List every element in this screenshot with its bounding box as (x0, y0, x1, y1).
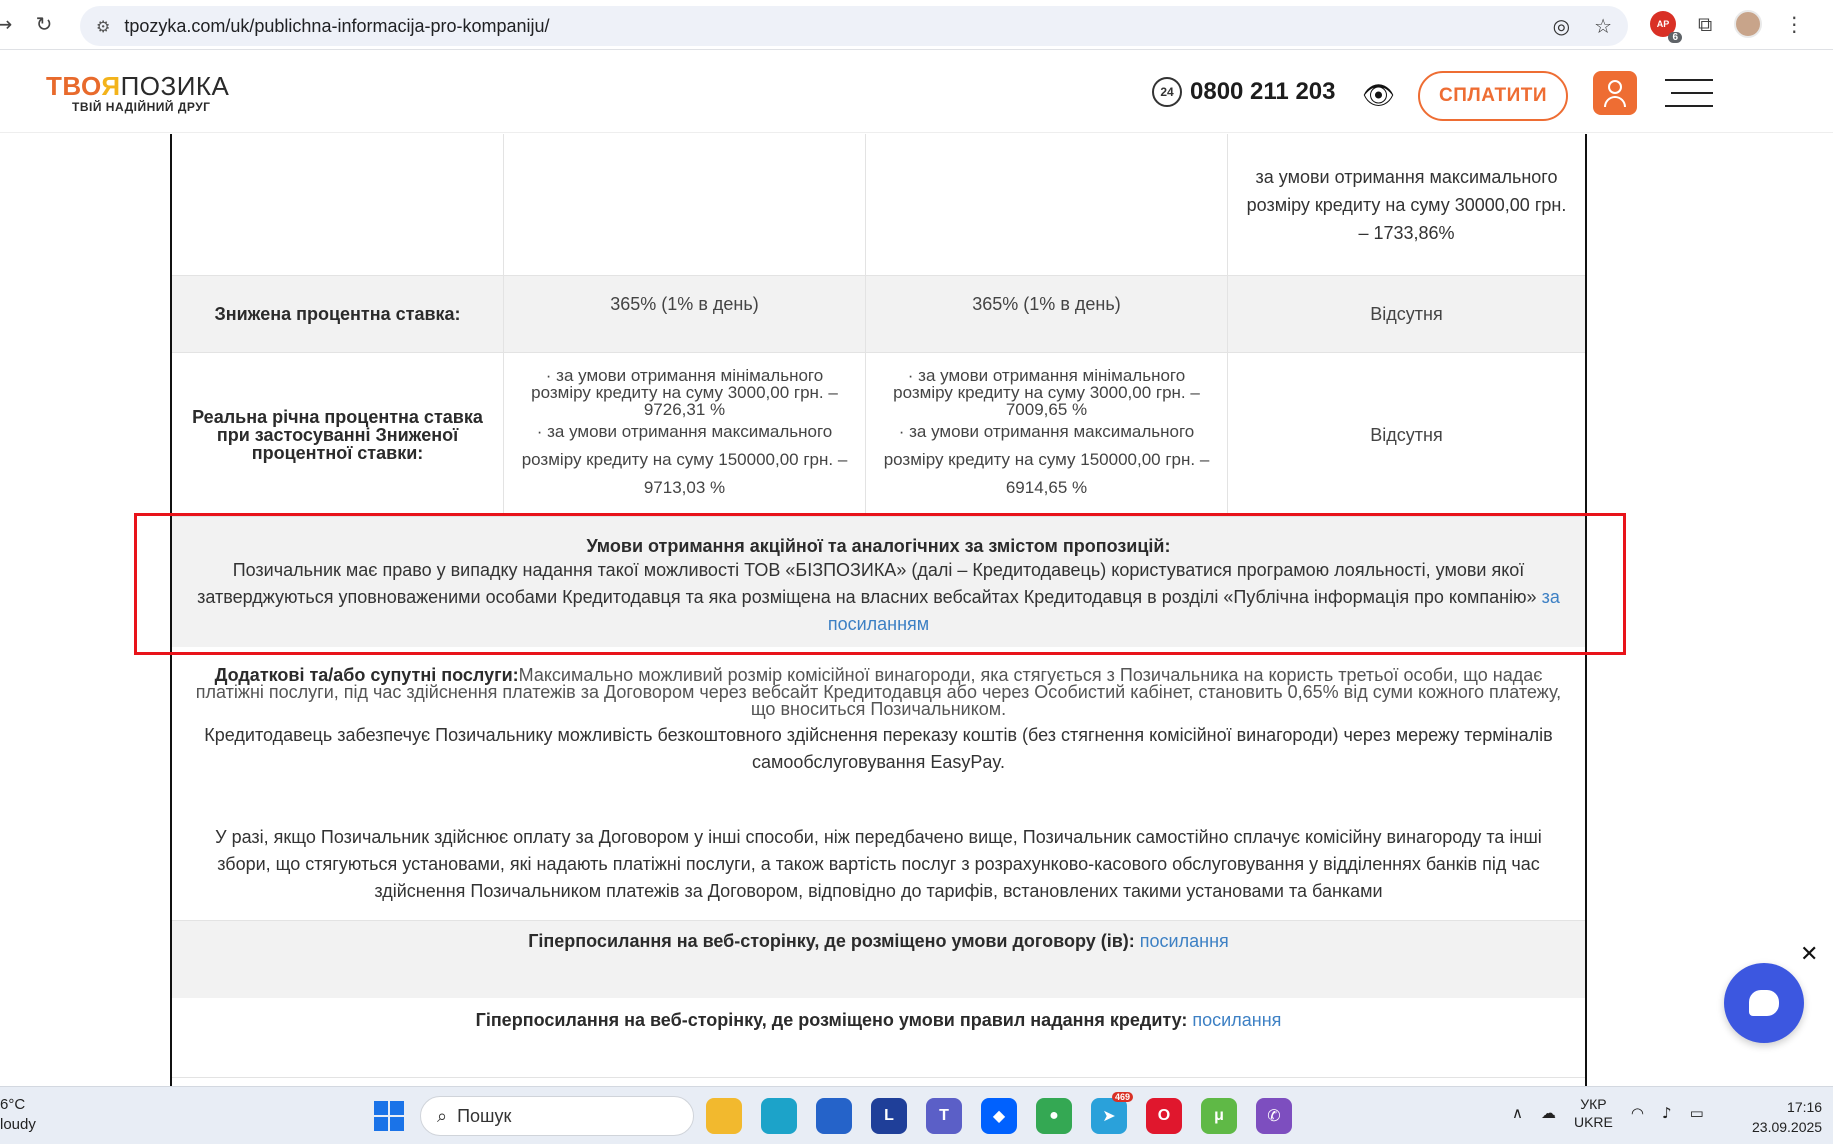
windows-taskbar: 6°C loudy ⌕ Пошук L T ◆ ● ➤ 469 Oμ ✆ ∧ ☁ УКР UK… (0, 1086, 1833, 1144)
l-app-icon[interactable]: L (871, 1098, 907, 1134)
logo-tagline: ТВІЙ НАДІЙНИЙ ДРУГ (72, 100, 211, 114)
utorrent-icon[interactable]: μ (1201, 1098, 1237, 1134)
forward-arrow-icon[interactable]: → (0, 12, 22, 36)
battery-icon[interactable]: ▭ (1690, 1104, 1704, 1122)
site-settings-icon[interactable]: ⚙ (96, 17, 110, 36)
hamburger-menu-icon[interactable] (1665, 79, 1713, 109)
extension-count-badge: 6 (1668, 32, 1682, 43)
chat-close-icon[interactable]: ✕ (1800, 942, 1818, 967)
phone-24-icon: 24 (1152, 77, 1182, 107)
contract-link[interactable]: посилання (1140, 931, 1229, 951)
chat-widget-button[interactable] (1724, 963, 1804, 1043)
profile-avatar[interactable] (1734, 10, 1763, 38)
site-logo[interactable]: ТВОЯПОЗИКА ТВІЙ НАДІЙНИЙ ДРУГ (46, 73, 229, 114)
address-bar[interactable]: ⚙ tpozyka.com/uk/publichna-informacija-p… (80, 6, 1628, 46)
real-rate-label: Реальна річна процентна ставка при засто… (172, 353, 504, 516)
weather-widget[interactable]: 6°C loudy (0, 1095, 36, 1135)
phone-contact[interactable]: 24 0800 211 203 (1152, 77, 1336, 107)
search-icon: ⌕ (437, 1105, 448, 1127)
system-tray: ∧ ☁ УКР UKRE ◠ ♪ ▭ (1512, 1095, 1704, 1131)
pay-button[interactable]: СПЛАТИТИ (1418, 71, 1568, 121)
taskbar-apps: L T ◆ ● ➤ 469 Oμ ✆ (706, 1092, 1292, 1134)
wifi-icon[interactable]: ◠ (1631, 1104, 1644, 1122)
telegram-icon[interactable]: ➤ 469 (1091, 1092, 1133, 1134)
notification-badge: 469 (1111, 1092, 1133, 1102)
browser-menu-icon[interactable]: ⋮ (1784, 12, 1804, 36)
extensions-puzzle-icon[interactable]: ⧉ (1698, 12, 1712, 36)
additional-services-row: Додаткові та/або супутні послуги:Максима… (172, 666, 1585, 917)
chrome-icon[interactable]: ● (1036, 1098, 1072, 1134)
file-explorer-icon[interactable] (706, 1098, 742, 1134)
user-icon (1608, 80, 1622, 94)
language-indicator[interactable]: УКР UKRE (1574, 1095, 1613, 1131)
url-text[interactable]: tpozyka.com/uk/publichna-informacija-pro… (124, 16, 549, 37)
phone-number[interactable]: 0800 211 203 (1190, 78, 1336, 106)
reload-icon[interactable]: ↻ (26, 12, 62, 36)
bookmark-star-icon[interactable]: ☆ (1594, 14, 1612, 38)
table-row: за умови отримання максимального розміру… (172, 134, 1585, 276)
extension-icon[interactable]: AP 6 (1650, 11, 1682, 43)
rules-link[interactable]: посилання (1192, 1010, 1281, 1030)
edge-icon[interactable] (761, 1098, 797, 1134)
table-row: Знижена процентна ставка: 365% (1% в ден… (172, 276, 1585, 353)
viber-icon[interactable]: ✆ (1256, 1098, 1292, 1134)
dropbox-icon[interactable]: ◆ (981, 1098, 1017, 1134)
accessibility-eye-icon[interactable]: 👁 (1362, 81, 1395, 111)
eye-off-icon[interactable]: ◎ (1553, 14, 1570, 38)
account-button[interactable] (1593, 71, 1637, 115)
highlight-annotation (134, 513, 1626, 655)
taskbar-clock[interactable]: 17:16 23.09.2025 (1752, 1097, 1822, 1137)
chat-bubble-icon (1749, 990, 1779, 1016)
browser-toolbar: → ↻ ⚙ tpozyka.com/uk/publichna-informaci… (0, 0, 1833, 50)
site-header: ТВОЯПОЗИКА ТВІЙ НАДІЙНИЙ ДРУГ 24 0800 21… (0, 51, 1833, 133)
teams-icon[interactable]: T (926, 1098, 962, 1134)
taskbar-search[interactable]: ⌕ Пошук (420, 1096, 694, 1136)
rules-link-row: Гіперпосилання на веб-сторінку, де розмі… (172, 998, 1585, 1078)
reduced-rate-label: Знижена процентна ставка: (172, 276, 504, 352)
onedrive-icon[interactable]: ☁ (1541, 1104, 1556, 1122)
windows-start-icon[interactable] (374, 1101, 404, 1131)
table-row: Реальна річна процентна ставка при засто… (172, 353, 1585, 517)
contract-link-row: Гіперпосилання на веб-сторінку, де розмі… (172, 920, 1585, 998)
tray-chevron-icon[interactable]: ∧ (1512, 1104, 1523, 1122)
store-icon[interactable] (816, 1098, 852, 1134)
opera-icon[interactable]: O (1146, 1098, 1182, 1134)
volume-icon[interactable]: ♪ (1662, 1104, 1672, 1122)
